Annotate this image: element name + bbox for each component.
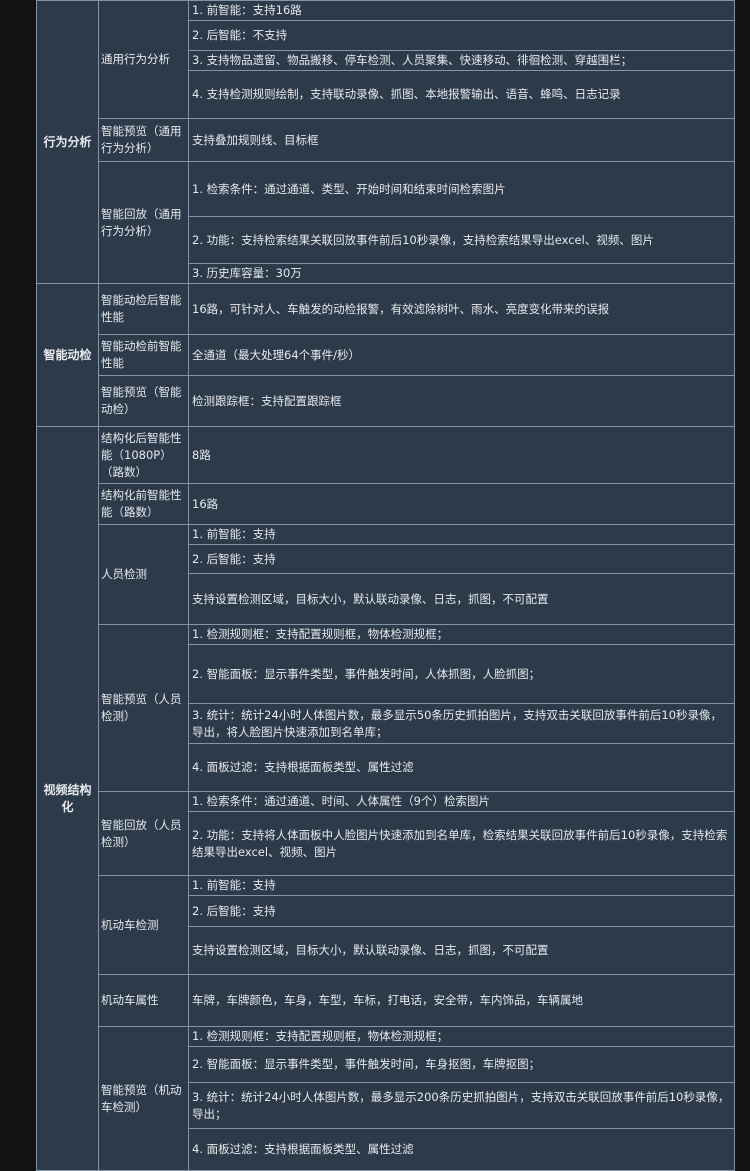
description-cell: 2. 智能面板：显示事件类型，事件触发时间，车身抠图，车牌抠图；: [188, 1046, 735, 1083]
description-cell: 检测跟踪框：支持配置跟踪框: [188, 375, 735, 427]
table-row: 智能预览（人员检测） 1. 检测规则框：支持配置规则框，物体检测规框；: [37, 624, 735, 792]
description-cell: 8路: [188, 426, 735, 484]
description-cell: 车牌，车牌颜色，车身，车型，车标，打电话，安全带，车内饰品，车辆属地: [188, 974, 735, 1027]
spec-table: 行为分析 通用行为分析 1. 前智能：支持16路 2. 后智能：不支持 3. 支持物品遗…: [36, 0, 735, 1171]
table-row: 智能回放（通用行为分析） 1. 检索条件：通过通道、类型、开始时间和结束时间检索图…: [37, 161, 735, 284]
spec-table-body: 行为分析 通用行为分析 1. 前智能：支持16路 2. 后智能：不支持 3. 支持物品遗…: [36, 0, 735, 1171]
subcategory-cell: 结构化后智能性能（1080P）（路数）: [98, 426, 189, 484]
description-cell: 3. 统计：统计24小时人体图片数，最多显示50条历史抓拍图片，支持双击关联回放…: [188, 703, 735, 744]
description-cell: 1. 检索条件：通过通道、时间、人体属性（9个）检索图片: [188, 791, 735, 812]
description-cell: 支持叠加规则线、目标框: [188, 118, 735, 162]
subcategory-cell: 智能动检后智能性能: [98, 283, 189, 335]
description-cell: 4. 支持检测规则绘制，支持联动录像、抓图、本地报警输出、语音、蜂鸣、日志记录: [188, 70, 735, 119]
category-cell: 行为分析: [36, 0, 99, 284]
description-cell: 2. 后智能：支持: [188, 895, 735, 927]
description-cell: 4. 面板过滤：支持根据面板类型、属性过滤: [188, 1128, 735, 1171]
table-row: 人员检测 1. 前智能：支持: [37, 524, 735, 625]
category-cell: 视频结构化: [36, 426, 99, 1171]
table-row: 机动车检测 1. 前智能：支持: [37, 875, 735, 975]
description-cell: 支持设置检测区域，目标大小，默认联动录像、日志，抓图，不可配置: [188, 926, 735, 975]
description-cell: 3. 支持物品遗留、物品搬移、停车检测、人员聚集、快速移动、徘徊检测、穿越围栏；: [188, 50, 735, 71]
subcategory-cell: 智能预览（通用行为分析）: [98, 118, 189, 162]
description-cell: 全通道（最大处理64个事件/秒）: [188, 334, 735, 376]
subcategory-cell: 智能预览（机动车检测）: [98, 1026, 189, 1171]
table-row: 机动车属性 车牌，车牌颜色，车身，车型，车标，打电话，安全带，车内饰品，车辆属地: [37, 974, 735, 1027]
subcategory-cell: 机动车属性: [98, 974, 189, 1027]
description-cell: 1. 前智能：支持: [188, 524, 735, 545]
category-cell: 智能动检: [36, 283, 99, 427]
description-cell: 3. 统计：统计24小时人体图片数，最多显示200条历史抓拍图片，支持双击关联回…: [188, 1082, 735, 1129]
description-cell: 2. 后智能：不支持: [188, 20, 735, 51]
description-cell: 4. 面板过滤：支持根据面板类型、属性过滤: [188, 743, 735, 792]
description-cell: 1. 前智能：支持: [188, 875, 735, 896]
description-cell: 2. 功能：支持将人体面板中人脸图片快速添加到名单库，检索结果关联回放事件前后1…: [188, 811, 735, 876]
description-cell: 1. 检索条件：通过通道、类型、开始时间和结束时间检索图片: [188, 161, 735, 217]
subcategory-cell: 机动车检测: [98, 875, 189, 975]
description-cell: 16路，可针对人、车触发的动检报警，有效滤除树叶、雨水、亮度变化带来的误报: [188, 283, 735, 335]
subcategory-cell: 通用行为分析: [98, 0, 189, 119]
description-cell: 16路: [188, 483, 735, 525]
description-cell: 2. 后智能：支持: [188, 544, 735, 574]
description-cell: 3. 历史库容量：30万: [188, 263, 735, 284]
table-row: 行为分析 通用行为分析 1. 前智能：支持16路: [36, 0, 735, 284]
table-row: 智能回放（人员检测） 1. 检索条件：通过通道、时间、人体属性（9个）检索图片: [37, 791, 735, 876]
table-row: 智能预览（机动车检测） 1. 检测规则框：支持配置规则框，物体检测规框；: [37, 1026, 735, 1171]
description-cell: 1. 检测规则框：支持配置规则框，物体检测规框；: [188, 624, 735, 645]
table-row: 智能预览（智能动检） 检测跟踪框：支持配置跟踪框: [37, 375, 735, 427]
subcategory-cell: 智能动检前智能性能: [98, 334, 189, 376]
description-cell: 2. 功能：支持检索结果关联回放事件前后10秒录像，支持检索结果导出excel、…: [188, 216, 735, 264]
table-row: 智能动检 智能动检后智能性能 16路，可针对人、车触发的动检报警，有效滤除树叶、雨水…: [36, 283, 735, 427]
table-row: 结构化前智能性能（路数） 16路: [37, 483, 735, 525]
table-row: 智能预览（通用行为分析） 支持叠加规则线、目标框: [37, 118, 735, 162]
description-cell: 1. 前智能：支持16路: [188, 0, 735, 21]
subcategory-cell: 智能回放（通用行为分析）: [98, 161, 189, 284]
table-row: 视频结构化 结构化后智能性能（1080P）（路数） 8路: [36, 426, 735, 1171]
description-cell: 1. 检测规则框：支持配置规则框，物体检测规框；: [188, 1026, 735, 1047]
description-cell: 支持设置检测区域，目标大小，默认联动录像、日志，抓图，不可配置: [188, 573, 735, 625]
subcategory-cell: 结构化前智能性能（路数）: [98, 483, 189, 525]
description-cell: 2. 智能面板：显示事件类型，事件触发时间，人体抓图，人脸抓图；: [188, 644, 735, 704]
subcategory-cell: 智能预览（智能动检）: [98, 375, 189, 427]
subcategory-cell: 人员检测: [98, 524, 189, 625]
subcategory-cell: 智能预览（人员检测）: [98, 624, 189, 792]
table-row: 智能动检前智能性能 全通道（最大处理64个事件/秒）: [37, 334, 735, 376]
subcategory-cell: 智能回放（人员检测）: [98, 791, 189, 876]
